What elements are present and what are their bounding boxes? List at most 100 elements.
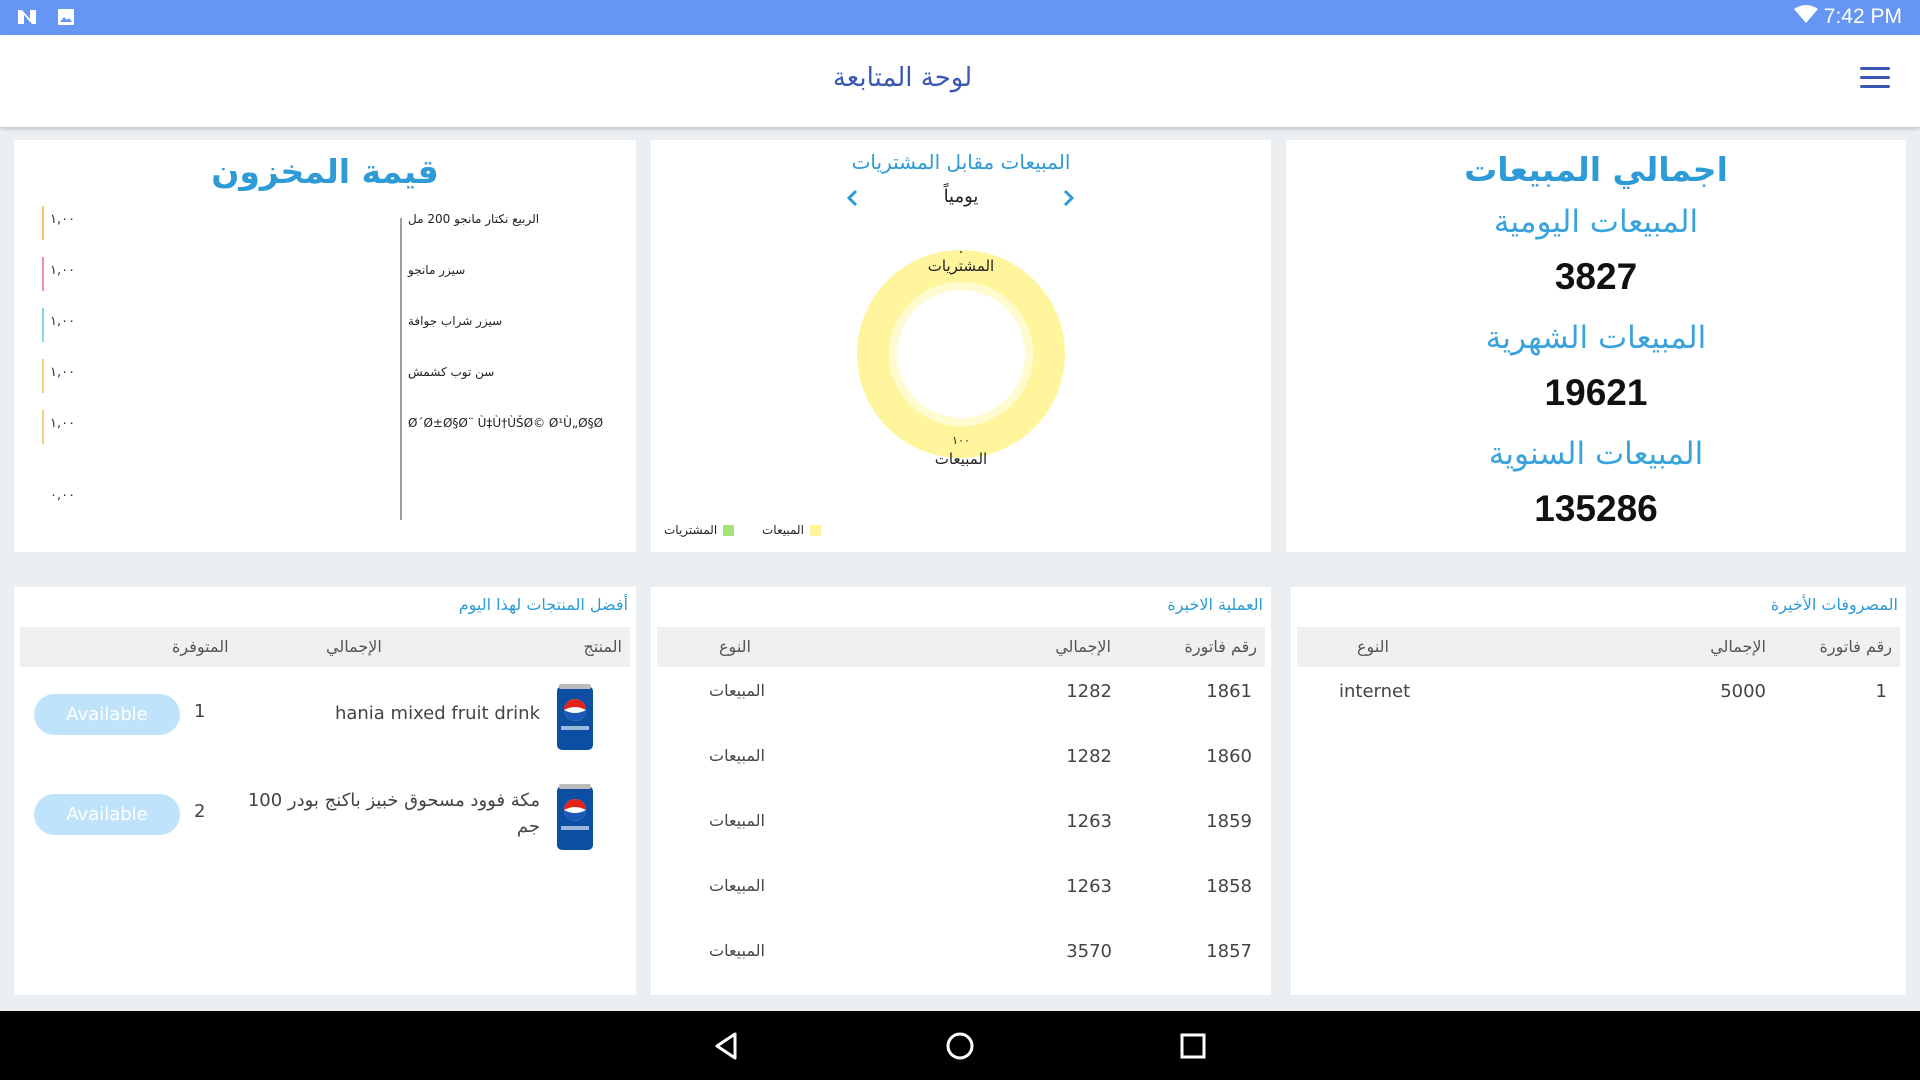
header-invoice: رقم فاتورة	[1819, 637, 1892, 656]
legend-label-sales: المبيعات	[762, 523, 804, 537]
header-invoice: رقم فاتورة	[1184, 637, 1257, 656]
recent-operations-card: العملية الاخيرة رقم فاتورة الإجمالي النو…	[651, 587, 1271, 995]
operation-type: المبيعات	[709, 876, 765, 895]
home-icon[interactable]	[942, 1028, 978, 1064]
stock-item-value: ١,٠٠	[50, 263, 76, 278]
pepsi-can-icon	[555, 782, 595, 854]
expense-total: 5000	[1720, 681, 1766, 702]
period-label: يومياً	[943, 186, 979, 207]
product-qty: 1	[194, 701, 206, 722]
sales-slice-label: المبيعات	[934, 450, 988, 468]
stock-item: ١,٠٠ سيزر شراب جوافة	[14, 304, 636, 344]
donut-hole	[897, 290, 1025, 418]
app-bar: لوحة المتابعة	[0, 35, 1920, 127]
product-name: مكة فوود مسحوق خبيز باكنج بودر 100 جم	[247, 790, 540, 837]
page-title: لوحة المتابعة	[832, 63, 973, 93]
header-product: المنتج	[583, 637, 622, 656]
pepsi-can-icon	[555, 682, 595, 754]
stock-item-label: الربيع نكتار مانجو 200 مل	[408, 212, 540, 226]
top-products-title: أفضل المنتجات لهذا اليوم	[458, 595, 628, 614]
stock-item-marker	[42, 206, 44, 240]
table-row: hania mixed fruit drink 1 Available	[14, 678, 636, 768]
status-bar: 7:42 PM	[0, 0, 1920, 35]
chevron-left-icon[interactable]	[839, 184, 867, 212]
stock-item: ١,٠٠ Ø´Ø±Ø§Ø¨ Ù‡Ù†ÙŠØ© Ø¹Ù„Ø§Ø	[14, 406, 636, 446]
header-total: الإجمالي	[1055, 637, 1111, 656]
daily-sales-label: المبيعات اليومية	[1493, 204, 1699, 240]
stock-item-value: ١,٠٠	[50, 416, 76, 431]
yearly-sales-value: 135286	[1534, 488, 1658, 529]
n-app-icon	[16, 7, 38, 27]
invoice-number: 1858	[1206, 876, 1252, 897]
stock-axis-min-label: ٠,٠٠	[50, 488, 76, 503]
stock-value-title: قيمة المخزون	[211, 152, 439, 191]
header-available: المتوفرة	[172, 637, 229, 656]
table-row: 1861 1282 المبيعات	[657, 681, 1265, 731]
top-products-header: المنتج الإجمالي المتوفرة	[20, 627, 630, 667]
invoice-number: 1859	[1206, 811, 1252, 832]
stock-item-marker	[42, 257, 44, 291]
stock-item: ١,٠٠ الربيع نكتار مانجو 200 مل	[14, 202, 636, 242]
monthly-sales-label: المبيعات الشهرية	[1485, 320, 1707, 356]
stock-item-marker	[42, 410, 44, 444]
recent-operations-title: العملية الاخيرة	[1167, 595, 1263, 614]
sales-totals-title: اجمالي المبيعات	[1464, 150, 1728, 189]
legend-swatch-sales	[809, 524, 821, 536]
table-row: 1858 1263 المبيعات	[657, 876, 1265, 926]
sales-value-label: ١٠٠	[952, 434, 970, 447]
recent-expenses-title: المصروفات الأخيرة	[1770, 595, 1898, 614]
operation-type: المبيعات	[709, 811, 765, 830]
stock-item-label: سيزر مانجو	[408, 263, 466, 277]
operation-type: المبيعات	[709, 746, 765, 765]
expense-type: internet	[1339, 681, 1411, 702]
table-row: 1860 1282 المبيعات	[657, 746, 1265, 796]
legend-swatch-purchases	[723, 524, 735, 536]
invoice-number: 1	[1875, 681, 1887, 702]
yearly-sales-label: المبيعات السنوية	[1488, 436, 1704, 472]
available-button[interactable]: Available	[34, 794, 180, 835]
wifi-icon	[1793, 5, 1818, 29]
monthly-sales-value: 19621	[1544, 372, 1648, 413]
product-name: hania mixed fruit drink	[334, 703, 540, 724]
period-selector: يومياً	[651, 184, 1271, 214]
top-products-card: أفضل المنتجات لهذا اليوم المنتج الإجمالي…	[14, 587, 636, 995]
table-row: 1857 3570 المبيعات	[657, 941, 1265, 991]
table-row: مكة فوود مسحوق خبيز باكنج بودر 100 جم 2 Av…	[14, 778, 636, 868]
stock-value-card: قيمة المخزون ١,٠٠ الربيع نكتار مانجو 200 …	[14, 140, 636, 552]
legend-label-purchases: المشتريات	[664, 523, 718, 537]
operation-type: المبيعات	[709, 941, 765, 960]
sales-totals-card: اجمالي المبيعات المبيعات اليومية 3827 ال…	[1286, 140, 1906, 552]
stock-item-value: ١,٠٠	[50, 212, 76, 227]
operation-total: 1263	[1066, 811, 1112, 832]
header-total: الإجمالي	[326, 637, 382, 656]
recents-icon[interactable]	[1175, 1028, 1211, 1064]
stock-item-marker	[42, 308, 44, 342]
recent-expenses-card: المصروفات الأخيرة رقم فاتورة الإجمالي ال…	[1291, 587, 1906, 995]
recent-operations-header: رقم فاتورة الإجمالي النوع	[657, 627, 1265, 667]
operation-total: 3570	[1066, 941, 1112, 962]
stock-item-label: Ø´Ø±Ø§Ø¨ Ù‡Ù†ÙŠØ© Ø¹Ù„Ø§Ø	[408, 416, 604, 430]
stock-item-value: ١,٠٠	[50, 314, 76, 329]
sales-vs-purchases-card: المبيعات مقابل المشتريات يومياً ٠ المشتر…	[651, 140, 1271, 552]
back-icon[interactable]	[709, 1028, 745, 1064]
operation-type: المبيعات	[709, 681, 765, 700]
image-icon	[56, 7, 78, 27]
available-button[interactable]: Available	[34, 694, 180, 735]
recent-expenses-header: رقم فاتورة الإجمالي النوع	[1297, 627, 1900, 667]
chevron-right-icon[interactable]	[1054, 184, 1082, 212]
stock-item: ١,٠٠ سن توب كشمش	[14, 355, 636, 395]
stock-item-marker	[42, 359, 44, 393]
stock-item-value: ١,٠٠	[50, 365, 76, 380]
header-total: الإجمالي	[1710, 637, 1766, 656]
invoice-number: 1857	[1206, 941, 1252, 962]
invoice-number: 1861	[1206, 681, 1252, 702]
status-time: 7:42 PM	[1823, 5, 1902, 28]
hamburger-menu-icon[interactable]	[1860, 67, 1890, 93]
daily-sales-value: 3827	[1554, 256, 1638, 297]
stock-item: ١,٠٠ سيزر مانجو	[14, 253, 636, 293]
purchases-slice-label: المشتريات	[927, 257, 995, 275]
table-row: 1859 1263 المبيعات	[657, 811, 1265, 861]
header-type: النوع	[1357, 637, 1389, 656]
operation-total: 1282	[1066, 746, 1112, 767]
stock-item-label: سيزر شراب جوافة	[408, 314, 503, 328]
